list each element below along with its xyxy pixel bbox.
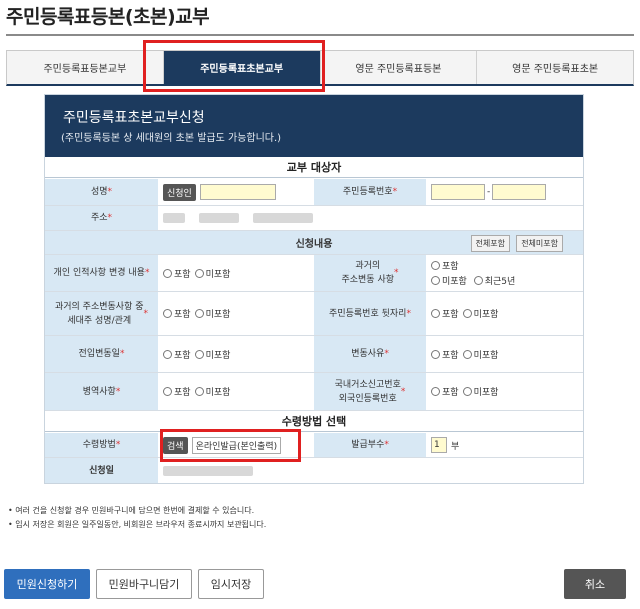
overseas-options: 포함 미포함 (426, 373, 583, 410)
panel-header: 주민등록표초본교부신청 (주민등록등본 상 세대원의 초본 발급도 가능합니다.… (45, 95, 583, 157)
method-label: 수령방법 * (45, 433, 158, 457)
address-blurred (253, 213, 313, 223)
radio-include[interactable]: 포함 (431, 307, 459, 320)
personal-change-options: 포함 미포함 (158, 255, 314, 291)
notes: • 여러 건을 신청할 경우 민원바구니에 담으면 한번에 결제할 수 있습니다… (8, 504, 266, 532)
copies-label: 발급부수 * (314, 433, 426, 457)
past-householder-options: 포함 미포함 (158, 292, 314, 335)
address-blurred (163, 213, 185, 223)
note-item: • 임시 저장은 회원은 일주일동안, 비회원은 브라우저 종료시까지 보관됩니… (8, 520, 267, 529)
radio-recent5[interactable]: 최근5년 (473, 274, 515, 287)
radio-include[interactable]: 포함 (431, 259, 515, 272)
overseas-label: 국내거소신고번호 외국인등록번호 * (314, 373, 426, 410)
name-cell: 신청인 (158, 179, 314, 205)
military-label: 병역사항 * (45, 373, 158, 410)
personal-change-label: 개인 인적사항 변경 내용 * (45, 255, 158, 291)
rrn-back-input[interactable] (492, 184, 547, 200)
row-address: 주소 * (45, 206, 583, 231)
page-title: 주민등록표등본(초본)교부 (6, 6, 210, 28)
rrn-back-label: 주민등록번호 뒷자리 * (314, 292, 426, 335)
rrn-cell: - (426, 179, 583, 205)
cancel-button[interactable]: 취소 (564, 569, 626, 599)
tab-resident-copy[interactable]: 주민등록표등본교부 (7, 51, 164, 84)
move-in-options: 포함 미포함 (158, 336, 314, 372)
row-military: 병역사항 * 포함 미포함 국내거소신고번호 외국인등록번호 * 포함 미포함 (45, 373, 583, 411)
rrn-front-input[interactable] (431, 184, 485, 200)
section-target: 교부 대상자 (45, 157, 583, 178)
applicant-button[interactable]: 신청인 (163, 183, 196, 201)
tab-english-copy[interactable]: 영문 주민등록표등본 (321, 51, 478, 84)
radio-exclude[interactable]: 미포함 (462, 385, 498, 398)
radio-include[interactable]: 포함 (163, 267, 191, 280)
copies-input[interactable]: 1 (431, 437, 447, 453)
apply-date-label: 신청일 (45, 458, 158, 483)
row-past-householder: 과거의 주소변동사항 중 세대주 성명/관계 * 포함 미포함 주민등록번호 뒷자… (45, 292, 583, 336)
row-method: 수령방법 * 검색 온라인발급(본인출력) 발급부수 * 1 부 (45, 433, 583, 458)
radio-exclude[interactable]: 미포함 (194, 385, 230, 398)
rrn-separator: - (487, 187, 491, 197)
active-tab-highlight (143, 40, 325, 92)
note-item: • 여러 건을 신청할 경우 민원바구니에 담으면 한번에 결제할 수 있습니다… (8, 506, 255, 515)
move-in-label: 전입변동일 * (45, 336, 158, 372)
radio-exclude[interactable]: 미포함 (462, 348, 498, 361)
copies-cell: 1 부 (426, 433, 583, 457)
row-personal-change: 개인 인적사항 변경 내용 * 포함 미포함 과거의 주소변동 사항 * 포함 미포… (45, 255, 583, 292)
rrn-back-options: 포함 미포함 (426, 292, 583, 335)
bulk-buttons: 전체포함 전체미포함 (468, 235, 563, 252)
panel-title: 주민등록표초본교부신청 (63, 110, 205, 126)
row-move-in: 전입변동일 * 포함 미포함 변동사유 * 포함 미포함 (45, 336, 583, 373)
radio-include[interactable]: 포함 (163, 307, 191, 320)
address-value (158, 206, 583, 230)
radio-include[interactable]: 포함 (431, 348, 459, 361)
radio-include[interactable]: 포함 (431, 385, 459, 398)
apply-button[interactable]: 민원신청하기 (4, 569, 90, 599)
name-input[interactable] (199, 184, 276, 200)
radio-include[interactable]: 포함 (163, 348, 191, 361)
exclude-all-button[interactable]: 전체미포함 (516, 235, 563, 252)
temp-save-button[interactable]: 임시저장 (198, 569, 264, 599)
section-receive: 수령방법 선택 (45, 411, 583, 432)
method-highlight (160, 429, 301, 462)
section-content-bar: 신청내용 전체포함 전체미포함 (45, 231, 583, 255)
past-address-label: 과거의 주소변동 사항 * (314, 255, 426, 291)
radio-include[interactable]: 포함 (163, 385, 191, 398)
row-name: 성명 * 신청인 주민등록번호 * - (45, 179, 583, 206)
radio-exclude[interactable]: 미포함 (194, 348, 230, 361)
apply-date-blurred (163, 465, 253, 476)
panel-subtitle: (주민등록등본 상 세대원의 초본 발급도 가능합니다.) (61, 133, 282, 144)
title-divider (6, 34, 634, 36)
past-householder-label: 과거의 주소변동사항 중 세대주 성명/관계 * (45, 292, 158, 335)
name-label: 성명 * (45, 179, 158, 205)
radio-exclude[interactable]: 미포함 (462, 307, 498, 320)
change-reason-label: 변동사유 * (314, 336, 426, 372)
row-apply-date: 신청일 (45, 458, 583, 483)
change-reason-options: 포함 미포함 (426, 336, 583, 372)
include-all-button[interactable]: 전체포함 (470, 235, 510, 252)
tab-english-abstract[interactable]: 영문 주민등록표초본 (477, 51, 633, 84)
basket-button[interactable]: 민원바구니담기 (96, 569, 192, 599)
copies-unit: 부 (451, 441, 460, 452)
application-panel: 주민등록표초본교부신청 (주민등록등본 상 세대원의 초본 발급도 가능합니다.… (44, 94, 584, 484)
radio-exclude[interactable]: 미포함 (431, 274, 467, 287)
radio-exclude[interactable]: 미포함 (194, 307, 230, 320)
address-label: 주소 * (45, 206, 158, 230)
rrn-label: 주민등록번호 * (314, 179, 426, 205)
past-address-options: 포함 미포함 최근5년 (426, 255, 583, 291)
address-blurred (199, 213, 239, 223)
military-options: 포함 미포함 (158, 373, 314, 410)
radio-exclude[interactable]: 미포함 (194, 267, 230, 280)
